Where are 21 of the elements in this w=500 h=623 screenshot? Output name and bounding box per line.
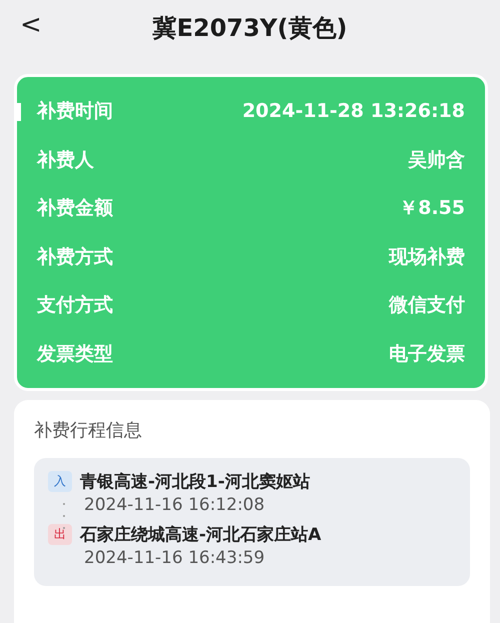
station-name: 青银高速-河北段1-河北窦妪站 [80,471,310,493]
detail-label: 补费方式 [37,244,113,270]
detail-label: 补费金额 [37,196,113,222]
detail-value: 电子发票 [389,342,465,367]
section-title: 补费行程信息 [34,419,143,442]
detail-label: 发票类型 [37,342,113,367]
detail-value: 现场补费 [389,244,465,270]
detail-value: ￥8.55 [399,196,465,222]
detail-value: 2024-11-28 13:26:18 [242,100,465,122]
detail-value: 吴帅含 [408,148,465,173]
back-button[interactable]: < [14,10,48,40]
station-name: 石家庄绕城高速-河北石家庄站A [80,524,322,546]
stop-time: 2024-11-16 16:43:59 [84,548,265,568]
detail-label: 支付方式 [37,293,113,318]
page-title: 冀E2073Y(黄色) [152,13,348,44]
detail-label: 补费人 [37,148,94,173]
stop-tag: 入 [48,471,72,492]
detail-value: 微信支付 [389,293,465,318]
stop-time: 2024-11-16 16:12:08 [84,495,265,515]
detail-label: 补费时间 [37,99,113,124]
stop-tag: 出 [48,524,72,545]
